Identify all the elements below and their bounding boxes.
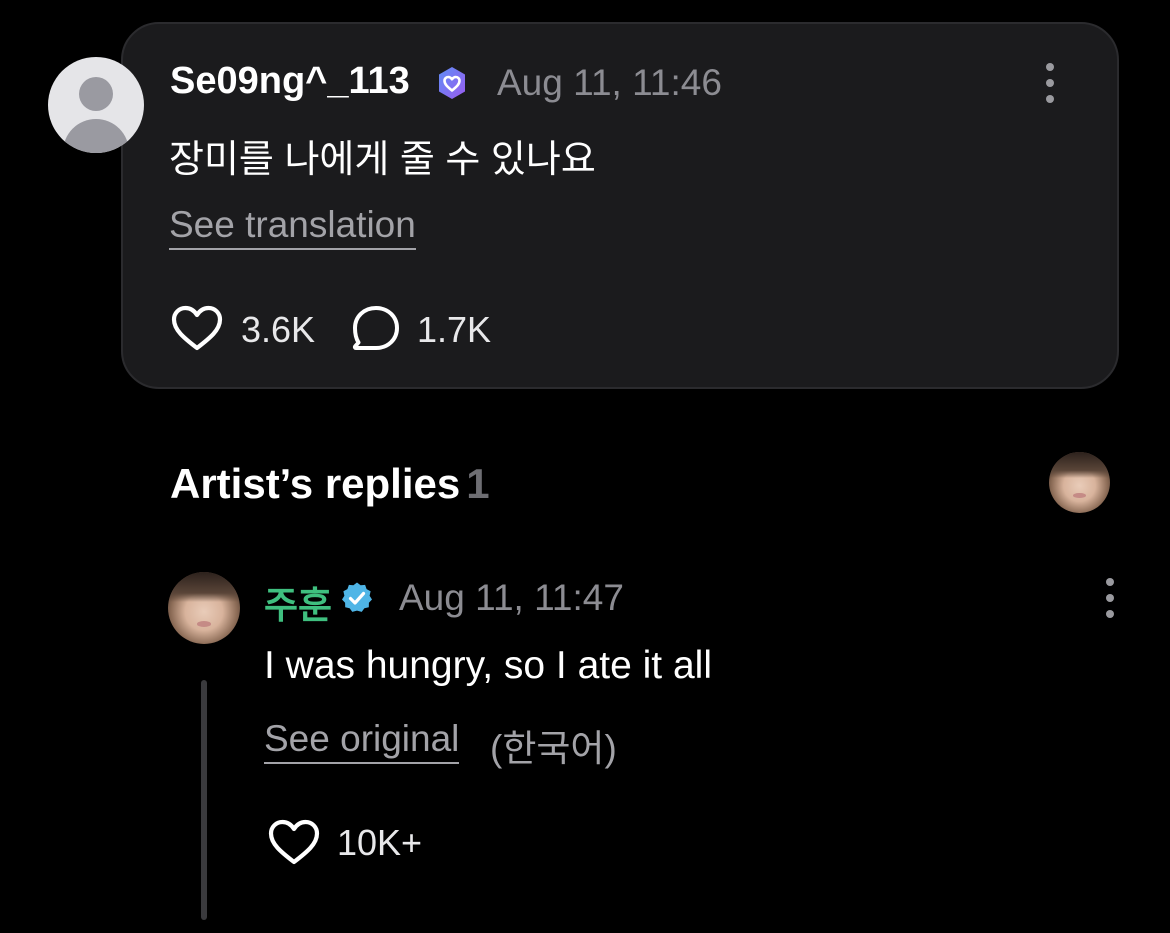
see-translation-link[interactable]: See translation [169,204,416,250]
commenter-avatar[interactable] [48,57,144,153]
default-avatar-head [79,77,113,111]
fan-heart-badge-icon [439,67,465,99]
comment-text: 장미를 나에게 줄 수 있나요 [169,139,596,181]
reply-text: I was hungry, so I ate it all [264,644,712,687]
artist-replies-label: Artist’s replies [170,460,461,507]
commenter-username[interactable]: Se09ng^_113 [170,60,410,103]
comment-timestamp: Aug 11, 11:46 [497,62,722,103]
artist-avatar-small[interactable] [1049,452,1110,513]
reply-more-icon[interactable] [1103,578,1117,618]
artist-replies-count: 1 [466,460,490,507]
reply-bubble-icon[interactable] [350,304,402,354]
see-original-link[interactable]: See original [264,718,460,764]
artist-username[interactable]: 주훈 [264,575,332,629]
reply-timestamp: Aug 11, 11:47 [399,577,624,618]
heart-icon[interactable] [170,304,224,352]
verified-badge-icon [342,582,372,612]
artist-avatar[interactable] [168,572,240,644]
reply-heart-icon[interactable] [266,818,322,866]
default-avatar-body [63,119,129,153]
comment-reply-count: 1.7K [417,309,492,350]
artist-replies-title: Artist’s replies 1 [170,460,490,508]
thread-line [201,680,207,920]
reply-like-count: 10K+ [337,822,423,863]
original-language-label: (한국어) [490,728,617,769]
comment-like-count: 3.6K [241,309,316,350]
comment-more-icon[interactable] [1043,63,1057,103]
